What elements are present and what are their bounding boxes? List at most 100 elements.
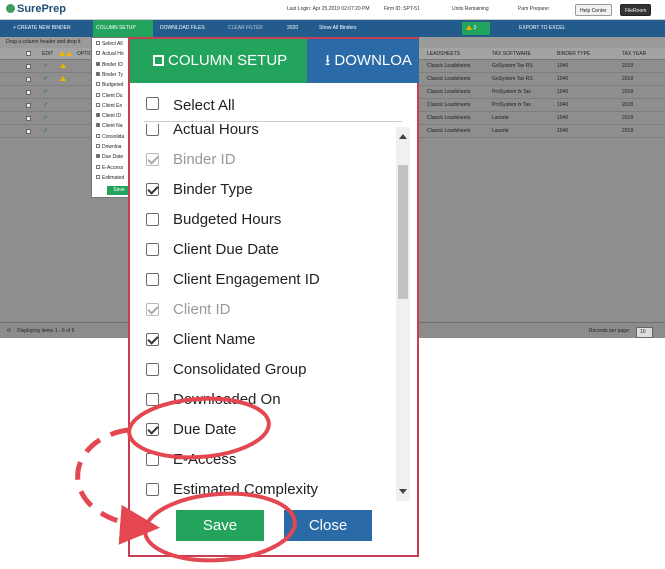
cell-tax-year: 2018 [622, 76, 634, 82]
edit-icon[interactable]: ➚ [43, 63, 49, 69]
column-option-label[interactable]: E-Access [173, 451, 236, 469]
small-column-option[interactable]: Downloa [96, 144, 121, 150]
checkbox[interactable] [96, 174, 100, 179]
row-checkbox[interactable] [26, 77, 31, 82]
column-option-label[interactable]: Due Date [173, 421, 236, 439]
small-column-option[interactable]: Client En [96, 102, 122, 109]
column-checkbox[interactable] [146, 393, 159, 406]
column-option-label[interactable]: Downloaded On [173, 391, 281, 409]
save-button[interactable]: Save [176, 510, 264, 541]
checkbox[interactable] [96, 51, 100, 56]
checkbox[interactable] [96, 41, 100, 45]
column-option-label[interactable]: Client Name [173, 331, 256, 349]
select-all-checkbox[interactable] [146, 97, 159, 110]
row-checkbox[interactable] [26, 116, 31, 121]
row-checkbox[interactable] [26, 64, 31, 69]
show-binders-select[interactable]: Show All Binders [316, 20, 360, 37]
small-column-option[interactable]: Client Du [96, 92, 123, 99]
edit-icon[interactable]: ➚ [43, 89, 49, 95]
checkbox[interactable] [96, 92, 100, 97]
alert-badge[interactable]: 3 [462, 22, 490, 35]
column-checkbox[interactable] [146, 213, 159, 226]
scroll-down-icon[interactable] [399, 489, 407, 494]
column-setup-tab[interactable]: COLUMN SETUP [130, 39, 307, 83]
checkbox[interactable] [96, 82, 100, 87]
checkbox[interactable] [96, 113, 100, 118]
col-tax-software[interactable]: TAX SOFTWARE [492, 48, 531, 60]
checkbox[interactable] [96, 123, 100, 128]
column-option-label[interactable]: Estimated Complexity [173, 481, 318, 499]
cell-leadsheets: Classic Leadsheets [427, 102, 471, 108]
small-column-option[interactable]: E-Access [96, 164, 123, 171]
column-option-label[interactable]: Binder Type [173, 181, 253, 199]
select-all-label[interactable]: Select All [173, 97, 235, 115]
create-binder-button[interactable]: + CREATE NEW BINDER [10, 20, 74, 37]
column-option-label[interactable]: Actual Hours [173, 124, 259, 139]
small-column-option[interactable]: Budgeted [96, 82, 123, 88]
column-option-label[interactable]: Budgeted Hours [173, 211, 281, 229]
column-checkbox[interactable] [146, 363, 159, 376]
help-center-button[interactable]: Help Center [575, 4, 612, 16]
small-column-option[interactable]: Client ID [96, 113, 121, 119]
download-files-button[interactable]: DOWNLOAD FILES [157, 20, 208, 37]
column-checkbox[interactable] [146, 243, 159, 256]
col-tax-year[interactable]: TAX YEAR [622, 48, 646, 60]
column-option-label[interactable]: Client Due Date [173, 241, 279, 259]
column-checkbox[interactable] [146, 483, 159, 496]
col-warning[interactable] [59, 48, 73, 60]
small-column-option[interactable]: Actual Ho [96, 51, 124, 57]
checkbox[interactable] [96, 154, 100, 159]
edit-icon[interactable]: ➚ [43, 115, 49, 121]
checkbox[interactable] [96, 61, 100, 66]
col-edit[interactable]: EDIT [42, 48, 53, 60]
column-list-scrollbar[interactable] [396, 127, 410, 501]
records-per-page-select[interactable]: 10 [636, 327, 653, 338]
scrollbar-thumb[interactable] [398, 165, 408, 299]
checkbox[interactable] [96, 102, 100, 107]
year-select[interactable]: 2020 [284, 20, 301, 37]
column-option-label[interactable]: Client Engagement ID [173, 271, 320, 289]
warning-icon [66, 51, 73, 56]
scroll-up-icon[interactable] [399, 134, 407, 139]
small-column-option[interactable]: Binder Ty [96, 71, 123, 78]
download-tab[interactable]: ⭳ DOWNLOA [307, 39, 419, 83]
units-remaining-dropdown[interactable]: Units Remaining [452, 6, 489, 12]
refresh-icon[interactable]: ⟳ [7, 323, 11, 339]
checkbox[interactable] [96, 133, 100, 138]
export-excel-button[interactable]: EXPORT TO EXCEL [516, 20, 568, 37]
col-leadsheets[interactable]: LEADSHEETS [427, 48, 460, 60]
edit-icon[interactable]: ➚ [43, 102, 49, 108]
user-menu[interactable]: Pam Preparer [518, 6, 549, 12]
column-checkbox[interactable] [146, 183, 159, 196]
fileroom-dropdown[interactable]: FileRoom [620, 4, 652, 16]
column-checkbox[interactable] [146, 124, 159, 136]
small-column-option[interactable]: Binder ID [96, 61, 123, 68]
col-binder-type[interactable]: BINDER TYPE [557, 48, 590, 60]
column-checkbox[interactable] [146, 453, 159, 466]
checkbox[interactable] [96, 164, 100, 169]
row-checkbox[interactable] [26, 129, 31, 134]
checkbox[interactable] [96, 144, 100, 148]
row-checkbox[interactable] [26, 90, 31, 95]
small-column-option[interactable]: Select All [96, 41, 123, 47]
top-bar: SurePrep Last Login: Apr 25,2019 02:07:2… [0, 0, 665, 20]
close-button[interactable]: Close [284, 510, 372, 541]
column-checkbox[interactable] [146, 333, 159, 346]
column-option-label[interactable]: Consolidated Group [173, 361, 306, 379]
column-setup-button[interactable]: COLUMN SETUP [93, 20, 153, 37]
small-column-option[interactable]: Estimated [96, 174, 124, 181]
edit-icon[interactable]: ➚ [43, 128, 49, 134]
clear-filter-button[interactable]: CLEAR FILTER [225, 20, 266, 37]
small-column-option[interactable]: Consolida [96, 133, 124, 140]
edit-icon[interactable]: ➚ [43, 76, 49, 82]
sureprep-logo[interactable]: SurePrep [6, 3, 66, 15]
column-checkbox[interactable] [146, 273, 159, 286]
select-all-rows-checkbox[interactable] [26, 51, 31, 56]
small-column-option[interactable]: Client Na [96, 123, 123, 129]
checkbox[interactable] [96, 71, 100, 76]
records-per-page-label: Records per page: [589, 328, 631, 334]
column-setup-dropdown-small: Select All Actual Ho Binder ID Binder Ty Bud… [91, 37, 131, 198]
column-checkbox[interactable] [146, 423, 159, 436]
row-checkbox[interactable] [26, 103, 31, 108]
small-column-option[interactable]: Due Date [96, 154, 123, 160]
